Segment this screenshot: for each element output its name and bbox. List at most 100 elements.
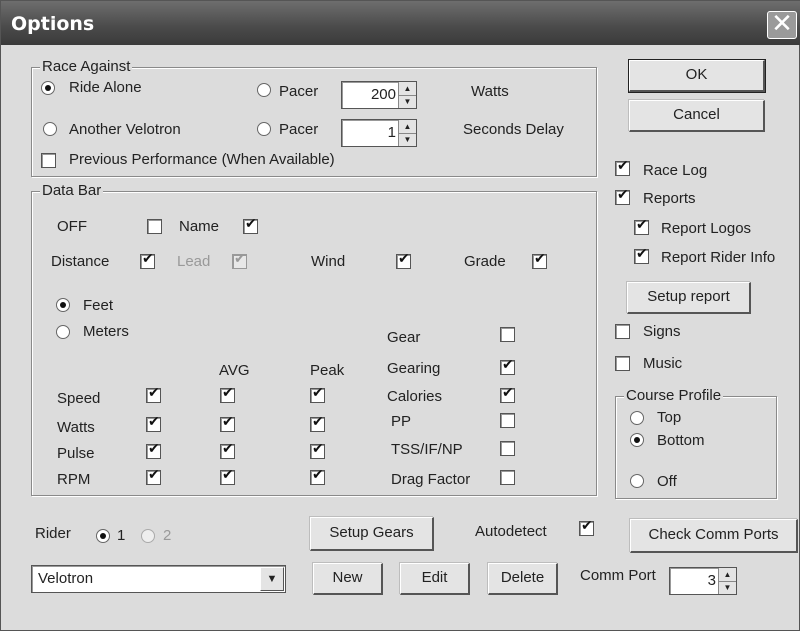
new-button-label: New bbox=[332, 569, 363, 586]
comm-port-value: 3 bbox=[707, 572, 716, 589]
pulse-checkbox[interactable] bbox=[146, 441, 161, 459]
pacer-watts-arrows[interactable]: ▲ ▼ bbox=[398, 82, 416, 108]
drag-factor-label: Drag Factor bbox=[391, 471, 471, 488]
signs-checkbox[interactable] bbox=[615, 324, 630, 339]
watts-checkbox[interactable] bbox=[146, 414, 161, 432]
pulse-avg-checkbox[interactable] bbox=[220, 441, 235, 459]
spin-down-icon[interactable]: ▼ bbox=[399, 95, 416, 108]
calories-checkbox[interactable] bbox=[500, 385, 515, 403]
pacer-delay-label: Pacer bbox=[279, 121, 319, 138]
course-profile-legend: Course Profile bbox=[624, 387, 724, 404]
pacer-delay-stepper[interactable]: 1 ▲ ▼ bbox=[341, 119, 417, 147]
spin-up-icon[interactable]: ▲ bbox=[399, 120, 416, 134]
rpm-peak-checkbox[interactable] bbox=[310, 467, 325, 485]
watts-peak-checkbox[interactable] bbox=[310, 414, 325, 432]
meters-label: Meters bbox=[83, 323, 129, 340]
comm-port-arrows[interactable]: ▲ ▼ bbox=[718, 568, 736, 594]
meters-radio[interactable] bbox=[56, 325, 70, 339]
cancel-button[interactable]: Cancel bbox=[629, 100, 765, 132]
pulse-label: Pulse bbox=[57, 445, 95, 462]
music-checkbox[interactable] bbox=[615, 356, 630, 371]
ride-alone-radio[interactable] bbox=[41, 81, 55, 95]
comm-port-label: Comm Port bbox=[580, 567, 656, 584]
speed-checkbox[interactable] bbox=[146, 385, 161, 403]
spin-up-icon[interactable]: ▲ bbox=[399, 82, 416, 96]
watts-label: Watts bbox=[57, 419, 95, 436]
off-label: OFF bbox=[57, 218, 87, 235]
course-off-radio[interactable] bbox=[630, 474, 644, 488]
tss-checkbox[interactable] bbox=[500, 441, 515, 456]
lead-checkbox bbox=[232, 251, 247, 269]
another-velotron-label: Another Velotron bbox=[69, 121, 181, 138]
wind-label: Wind bbox=[311, 253, 346, 270]
rpm-avg-checkbox[interactable] bbox=[220, 467, 235, 485]
pacer-watts-value: 200 bbox=[370, 86, 396, 103]
speed-label: Speed bbox=[57, 390, 101, 407]
rider-2-radio bbox=[141, 529, 155, 543]
chevron-down-icon[interactable]: ▼ bbox=[260, 567, 284, 591]
pacer-watts-stepper[interactable]: 200 ▲ ▼ bbox=[341, 81, 417, 109]
edit-button[interactable]: Edit bbox=[400, 563, 470, 595]
ok-button[interactable]: OK bbox=[628, 59, 766, 93]
delete-button[interactable]: Delete bbox=[488, 563, 558, 595]
new-button[interactable]: New bbox=[313, 563, 383, 595]
speed-peak-checkbox[interactable] bbox=[310, 385, 325, 403]
course-top-radio[interactable] bbox=[630, 411, 644, 425]
course-top-label: Top bbox=[657, 409, 682, 426]
off-checkbox[interactable] bbox=[147, 219, 162, 234]
close-icon[interactable]: ✕ bbox=[767, 11, 797, 39]
delete-button-label: Delete bbox=[500, 569, 545, 586]
feet-radio[interactable] bbox=[56, 298, 70, 312]
rider-select[interactable]: Velotron ▼ bbox=[31, 565, 286, 593]
lead-label: Lead bbox=[177, 253, 211, 270]
course-bottom-radio[interactable] bbox=[630, 433, 644, 447]
reports-checkbox[interactable] bbox=[615, 187, 630, 205]
report-logos-checkbox[interactable] bbox=[634, 217, 649, 235]
rider-1-radio[interactable] bbox=[96, 529, 110, 543]
pacer-delay-radio[interactable] bbox=[257, 122, 271, 136]
rpm-checkbox[interactable] bbox=[146, 467, 161, 485]
data-bar-legend: Data Bar bbox=[40, 182, 104, 199]
wind-checkbox[interactable] bbox=[396, 251, 411, 269]
report-rider-info-checkbox[interactable] bbox=[634, 246, 649, 264]
watts-avg-checkbox[interactable] bbox=[220, 414, 235, 432]
rider-1-label: 1 bbox=[117, 527, 126, 544]
pacer-watts-radio[interactable] bbox=[257, 83, 271, 97]
spin-down-icon[interactable]: ▼ bbox=[399, 133, 416, 146]
previous-performance-checkbox[interactable] bbox=[41, 153, 56, 168]
spin-up-icon[interactable]: ▲ bbox=[719, 568, 736, 582]
check-comm-ports-label: Check Comm Ports bbox=[648, 526, 779, 543]
pp-checkbox[interactable] bbox=[500, 413, 515, 428]
avg-header: AVG bbox=[219, 362, 250, 379]
setup-report-button[interactable]: Setup report bbox=[627, 282, 751, 314]
grade-checkbox[interactable] bbox=[532, 251, 547, 269]
rider-2-label: 2 bbox=[163, 527, 172, 544]
watts-unit-label: Watts bbox=[471, 83, 509, 100]
another-velotron-radio[interactable] bbox=[43, 122, 57, 136]
pulse-peak-checkbox[interactable] bbox=[310, 441, 325, 459]
autodetect-checkbox[interactable] bbox=[579, 518, 594, 536]
gear-label: Gear bbox=[387, 329, 421, 346]
reports-label: Reports bbox=[643, 190, 696, 207]
gearing-label: Gearing bbox=[387, 360, 441, 377]
rider-select-value: Velotron bbox=[38, 570, 94, 587]
ok-button-label: OK bbox=[685, 66, 708, 83]
title-bar[interactable]: Options ✕ bbox=[1, 1, 800, 45]
race-log-checkbox[interactable] bbox=[615, 158, 630, 176]
check-comm-ports-button[interactable]: Check Comm Ports bbox=[630, 519, 798, 553]
distance-checkbox[interactable] bbox=[140, 251, 155, 269]
speed-avg-checkbox[interactable] bbox=[220, 385, 235, 403]
rider-label: Rider bbox=[35, 525, 71, 542]
race-against-legend: Race Against bbox=[40, 58, 133, 75]
comm-port-stepper[interactable]: 3 ▲ ▼ bbox=[669, 567, 737, 595]
pacer-delay-value: 1 bbox=[387, 124, 396, 141]
gear-checkbox[interactable] bbox=[500, 327, 515, 342]
gearing-checkbox[interactable] bbox=[500, 357, 515, 375]
pacer-delay-arrows[interactable]: ▲ ▼ bbox=[398, 120, 416, 146]
course-bottom-label: Bottom bbox=[657, 432, 705, 449]
drag-factor-checkbox[interactable] bbox=[500, 470, 515, 485]
spin-down-icon[interactable]: ▼ bbox=[719, 581, 736, 594]
name-checkbox[interactable] bbox=[243, 216, 258, 234]
setup-gears-button[interactable]: Setup Gears bbox=[310, 517, 434, 551]
race-log-label: Race Log bbox=[643, 162, 708, 179]
